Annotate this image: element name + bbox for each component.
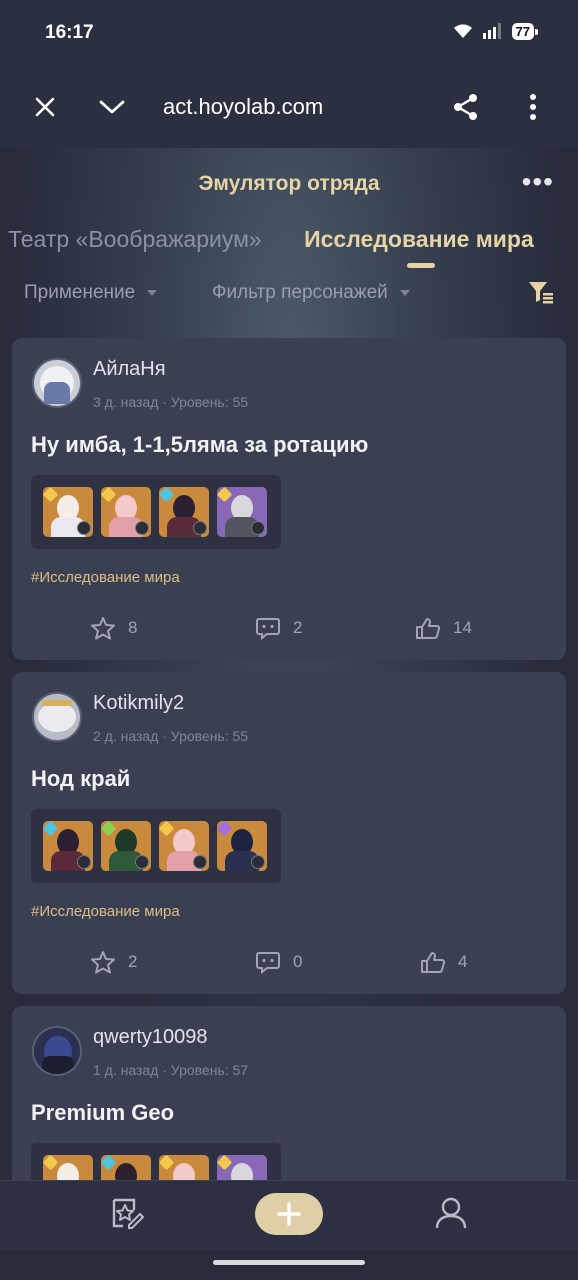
battery-indicator: 77 (511, 22, 539, 40)
username[interactable]: Kotikmily2 (93, 692, 184, 715)
character-filter-label: Фильтр персонажей (212, 282, 388, 303)
username[interactable]: qwerty10098 (93, 1026, 208, 1049)
comment-icon (256, 952, 280, 974)
favorite-count: 2 (128, 952, 138, 971)
character-portrait (43, 1155, 93, 1180)
character-portrait (101, 821, 151, 871)
like-button[interactable]: 4 (420, 950, 467, 974)
tab-exploration[interactable]: Исследование мира (304, 226, 534, 268)
close-button[interactable] (23, 72, 67, 142)
menu-button[interactable] (511, 72, 555, 142)
thumb-up-icon (416, 618, 441, 639)
character-portrait (101, 1155, 151, 1180)
thumb-up-icon (421, 952, 446, 973)
post-title[interactable]: Premium Geo (31, 1100, 174, 1126)
more-vert-icon (530, 94, 536, 120)
character-portrait (217, 821, 267, 871)
post-stats: 2 0 4 (12, 942, 566, 982)
like-button[interactable]: 14 (415, 616, 472, 640)
favorite-count: 8 (128, 618, 138, 637)
page-title: Эмулятор отряда (198, 172, 380, 195)
character-portrait (43, 487, 93, 537)
like-count: 4 (458, 952, 468, 971)
comment-button[interactable]: 0 (255, 950, 302, 974)
star-icon (91, 951, 115, 974)
caret-down-icon (399, 290, 410, 296)
browser-bar: act.hoyolab.com (0, 72, 578, 142)
wifi-icon (453, 24, 472, 38)
close-icon (35, 97, 55, 117)
page-more-button[interactable]: ••• (522, 166, 554, 198)
post-stats: 8 2 14 (12, 608, 566, 648)
status-time: 16:17 (45, 22, 94, 43)
username[interactable]: АйлаНя (93, 358, 166, 381)
system-home-bar (0, 1250, 578, 1280)
post-meta: 3 д. назад · Уровень: 55 (93, 394, 249, 410)
team-lineup (31, 1143, 281, 1180)
browser-chrome: 16:17 77 act.hoyolab.com (0, 0, 578, 148)
character-portrait (159, 487, 209, 537)
comment-icon (256, 618, 280, 640)
team-lineup (31, 809, 281, 883)
post-card[interactable]: qwerty10098 1 д. назад · Уровень: 57 Pre… (12, 1006, 566, 1180)
comment-button[interactable]: 2 (255, 616, 302, 640)
character-portrait (217, 1155, 267, 1180)
star-icon (91, 617, 115, 640)
avatar[interactable] (32, 1026, 82, 1076)
star-note-icon (112, 1198, 145, 1229)
usage-filter-label: Применение (24, 282, 136, 303)
post-title[interactable]: Ну имба, 1-1,5ляма за ротацию (31, 432, 368, 458)
avatar[interactable] (32, 692, 82, 742)
character-portrait (217, 487, 267, 537)
create-post-button[interactable] (255, 1193, 323, 1235)
user-icon (435, 1197, 467, 1229)
character-portrait (101, 487, 151, 537)
avatar[interactable] (32, 358, 82, 408)
favorite-button[interactable]: 2 (90, 950, 137, 974)
post-tag[interactable]: #Исследование мира (31, 903, 180, 920)
post-meta: 1 д. назад · Уровень: 57 (93, 1062, 249, 1078)
post-card[interactable]: Kotikmily2 2 д. назад · Уровень: 55 Нод … (12, 672, 566, 994)
usage-filter-dropdown[interactable]: Применение (24, 282, 158, 304)
bottom-nav (0, 1180, 578, 1250)
url-text[interactable]: act.hoyolab.com (163, 94, 323, 120)
team-lineup (31, 475, 281, 549)
character-portrait (159, 821, 209, 871)
plus-icon (277, 1202, 301, 1226)
signal-icon (482, 23, 501, 39)
status-icons: 77 (452, 22, 539, 40)
tab-theater[interactable]: Театр «Воображариум» (8, 226, 262, 253)
profile-tab[interactable] (434, 1195, 468, 1236)
comment-count: 0 (293, 952, 303, 971)
character-filter-dropdown[interactable]: Фильтр персонажей (212, 282, 410, 304)
tabs: Театр «Воображариум» Исследование мира (8, 226, 570, 268)
caret-down-icon (147, 290, 158, 296)
page-content: Эмулятор отряда ••• Театр «Воображариум»… (0, 148, 578, 1180)
post-tag[interactable]: #Исследование мира (31, 569, 180, 586)
like-count: 14 (453, 618, 472, 637)
comment-count: 2 (293, 618, 303, 637)
post-title[interactable]: Нод край (31, 766, 130, 792)
collapse-button[interactable] (90, 72, 134, 142)
favorite-button[interactable]: 8 (90, 616, 137, 640)
character-portrait (43, 821, 93, 871)
post-meta: 2 д. назад · Уровень: 55 (93, 728, 249, 744)
share-icon (454, 94, 477, 120)
filter-icon[interactable] (528, 280, 554, 304)
chevron-down-icon (99, 100, 125, 114)
share-button[interactable] (444, 72, 488, 142)
my-posts-tab[interactable] (108, 1195, 145, 1236)
post-card[interactable]: АйлаНя 3 д. назад · Уровень: 55 Ну имба,… (12, 338, 566, 660)
character-portrait (159, 1155, 209, 1180)
home-indicator[interactable] (213, 1260, 365, 1265)
